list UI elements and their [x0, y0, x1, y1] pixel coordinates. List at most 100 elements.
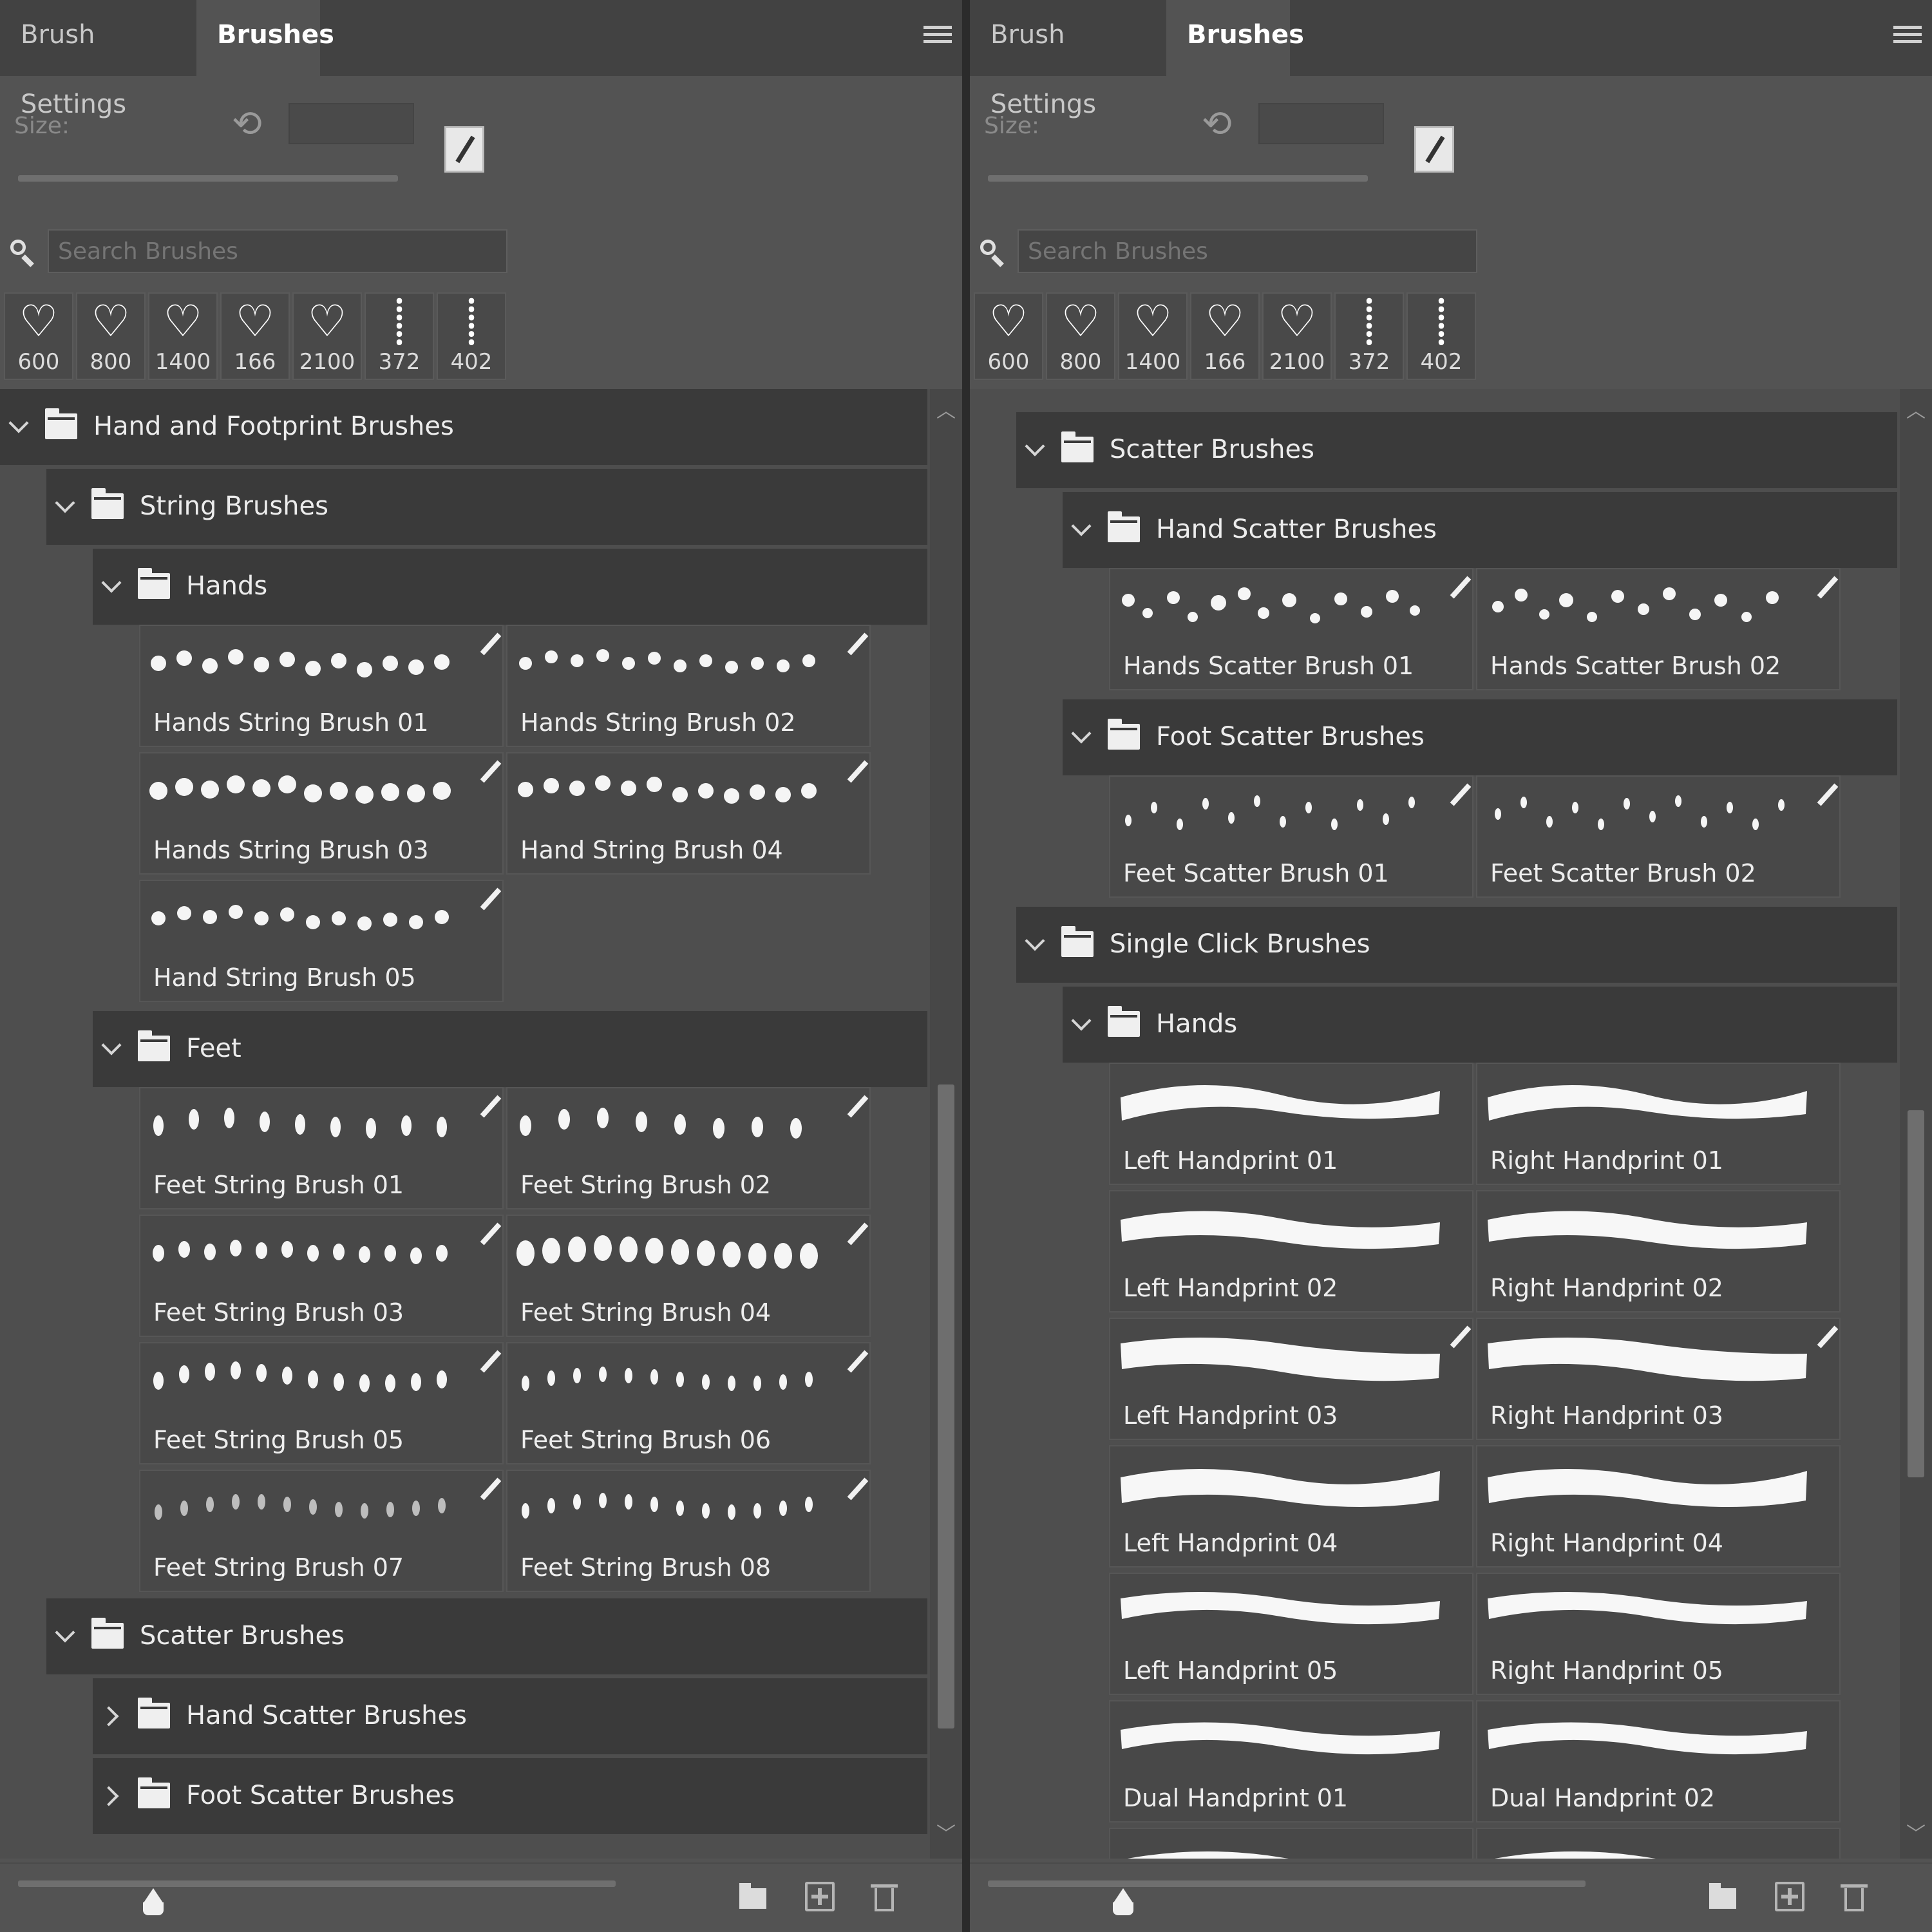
brush-tile[interactable]: Left Handprint 03 [1109, 1318, 1473, 1440]
scroll-up-icon[interactable]: ︿ [1906, 402, 1926, 421]
menu-icon[interactable] [1893, 26, 1922, 48]
brush-tile[interactable]: Feet String Brush 05 [139, 1342, 504, 1464]
chevron-down-icon[interactable] [1071, 516, 1092, 536]
brush-tile[interactable]: Right Handprint 01 [1476, 1063, 1841, 1185]
thumbnail-size-slider[interactable] [988, 1880, 1586, 1887]
brush-tile[interactable]: Hand String Brush 05 [139, 880, 504, 1002]
chevron-down-icon[interactable] [1071, 1010, 1092, 1031]
brush-options-icon[interactable] [847, 632, 869, 656]
tab-brushes[interactable]: Brushes [196, 0, 334, 79]
brush-options-icon[interactable] [1450, 783, 1472, 806]
chevron-down-icon[interactable] [55, 1622, 75, 1643]
trash-icon[interactable] [869, 1882, 899, 1911]
brush-tile[interactable]: Left Handprint 04 [1109, 1445, 1473, 1567]
new-brush-icon[interactable] [1775, 1882, 1804, 1911]
size-slider[interactable] [18, 175, 398, 182]
reset-icon[interactable]: ⟲ [1202, 106, 1232, 142]
brush-options-icon[interactable] [480, 1222, 502, 1245]
recent-brush[interactable]: ♡ 166 [220, 292, 290, 380]
group-single-click-brushes[interactable]: Single Click Brushes [1016, 907, 1897, 983]
brush-options-icon[interactable] [1450, 1325, 1472, 1349]
recent-brush[interactable]: ♡ 600 [974, 292, 1043, 380]
brush-options-icon[interactable] [1817, 1325, 1839, 1349]
group-foot-scatter-brushes[interactable]: Foot Scatter Brushes [1063, 699, 1897, 775]
group-scatter-brushes[interactable]: Scatter Brushes [46, 1598, 927, 1674]
brush-options-icon[interactable] [480, 632, 502, 656]
brush-tile[interactable]: Dual Handprint 01 [1109, 1700, 1473, 1823]
recent-brush[interactable]: ♡ 800 [76, 292, 146, 380]
recent-brush[interactable]: ♡ 1400 [1118, 292, 1188, 380]
brush-tile[interactable]: Feet String Brush 02 [506, 1087, 871, 1209]
brush-tile[interactable]: Hands String Brush 02 [506, 625, 871, 747]
brush-tile[interactable]: Left Handprint 05 [1109, 1573, 1473, 1695]
brush-tile[interactable]: Feet String Brush 07 [139, 1470, 504, 1592]
group-hands[interactable]: Hands [93, 549, 927, 625]
brush-tile[interactable]: Hands String Brush 03 [139, 752, 504, 875]
scrollbar[interactable]: ︿ ﹀ [930, 389, 962, 1859]
menu-icon[interactable] [923, 26, 952, 48]
new-brush-icon[interactable] [805, 1882, 835, 1911]
brush-tile[interactable]: Left Handprint 02 [1109, 1190, 1473, 1312]
thumbnail-size-slider[interactable] [18, 1880, 616, 1887]
recent-brush[interactable]: ♡ 1400 [148, 292, 218, 380]
brush-tile[interactable]: Left Handprint 01 [1109, 1063, 1473, 1185]
new-group-icon[interactable] [1708, 1882, 1738, 1911]
brush-tile[interactable]: Feet Scatter Brush 02 [1476, 775, 1841, 898]
brush-list[interactable]: Scatter Brushes Hand Scatter Brushes Han… [970, 389, 1900, 1859]
brush-tile[interactable]: Feet Scatter Brush 01 [1109, 775, 1473, 898]
brush-options-icon[interactable] [480, 1095, 502, 1118]
brush-options-icon[interactable] [480, 887, 502, 911]
size-slider[interactable] [988, 175, 1368, 182]
brush-tile[interactable]: Right Handprint 04 [1476, 1445, 1841, 1567]
brush-options-icon[interactable] [480, 1477, 502, 1501]
chevron-right-icon[interactable] [99, 1786, 119, 1806]
brush-tile[interactable]: Hand String Brush 04 [506, 752, 871, 875]
chevron-down-icon[interactable] [8, 413, 29, 433]
group-hand-scatter-brushes[interactable]: Hand Scatter Brushes [1063, 492, 1897, 568]
recent-brush[interactable]: ⸽ 372 [1334, 292, 1404, 380]
brush-tile[interactable]: Hands Scatter Brush 01 [1109, 568, 1473, 690]
scroll-thumb[interactable] [1908, 1110, 1924, 1477]
size-input[interactable] [289, 103, 414, 144]
recent-brush[interactable]: ♡ 2100 [292, 292, 362, 380]
chevron-right-icon[interactable] [99, 1706, 119, 1727]
brush-options-icon[interactable] [847, 1095, 869, 1118]
brush-tile[interactable] [1109, 1828, 1473, 1859]
size-input[interactable] [1258, 103, 1384, 144]
tab-brush-settings[interactable]: Brush Settings [0, 0, 196, 119]
recent-brush[interactable]: ⸽ 402 [1406, 292, 1476, 380]
group-hands[interactable]: Hands [1063, 987, 1897, 1063]
tab-brushes[interactable]: Brushes [1166, 0, 1304, 79]
chevron-down-icon[interactable] [1025, 436, 1045, 457]
recent-brush[interactable]: ⸽ 372 [365, 292, 434, 380]
brush-options-icon[interactable] [1450, 576, 1472, 599]
recent-brush[interactable]: ♡ 600 [4, 292, 73, 380]
scroll-down-icon[interactable]: ﹀ [1906, 1825, 1926, 1844]
brush-tile[interactable]: Hands Scatter Brush 02 [1476, 568, 1841, 690]
recent-brush[interactable]: ⸽ 402 [437, 292, 506, 380]
chevron-down-icon[interactable] [55, 493, 75, 513]
brush-options-icon[interactable] [847, 1350, 869, 1373]
scroll-up-icon[interactable]: ︿ [936, 402, 956, 421]
brush-options-icon[interactable] [480, 1350, 502, 1373]
brush-options-icon[interactable] [847, 1222, 869, 1245]
slider-handle-icon[interactable] [1110, 1888, 1136, 1917]
group-scatter-brushes[interactable]: Scatter Brushes [1016, 412, 1897, 488]
scroll-down-icon[interactable]: ﹀ [936, 1825, 956, 1844]
trash-icon[interactable] [1839, 1882, 1869, 1911]
brush-tile[interactable]: Right Handprint 03 [1476, 1318, 1841, 1440]
brush-tile[interactable]: Feet String Brush 06 [506, 1342, 871, 1464]
group-feet[interactable]: Feet [93, 1011, 927, 1087]
group-hand-scatter-brushes[interactable]: Hand Scatter Brushes [93, 1678, 927, 1754]
brush-options-icon[interactable] [847, 1477, 869, 1501]
brush-tile[interactable]: Dual Handprint 02 [1476, 1700, 1841, 1823]
brush-tile[interactable]: Feet String Brush 04 [506, 1215, 871, 1337]
brush-options-icon[interactable] [1817, 576, 1839, 599]
chevron-down-icon[interactable] [101, 573, 122, 593]
new-group-icon[interactable] [738, 1882, 768, 1911]
tab-brush-settings[interactable]: Brush Settings [970, 0, 1166, 119]
search-input[interactable] [48, 229, 507, 273]
brush-tile[interactable]: Hands String Brush 01 [139, 625, 504, 747]
brush-tile[interactable]: Right Handprint 02 [1476, 1190, 1841, 1312]
chevron-down-icon[interactable] [101, 1035, 122, 1056]
